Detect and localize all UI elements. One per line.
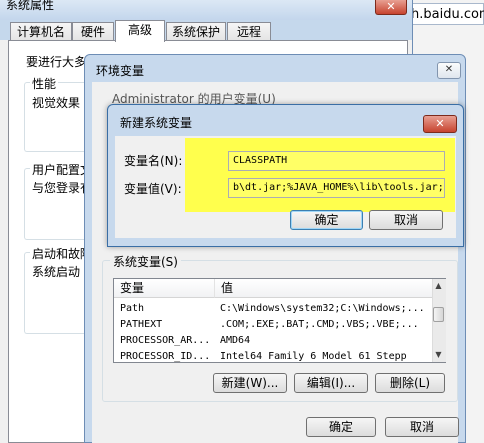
scroll-up-arrow-icon[interactable]: ▲ — [432, 279, 445, 293]
table-row-value[interactable]: Intel64 Family 6 Model 61 Stepp — [220, 349, 432, 362]
yellow-highlight — [185, 138, 455, 212]
environment-variables-close-icon[interactable]: ✕ — [437, 62, 461, 79]
advanced-intro-text: 要进行大多 — [26, 55, 87, 69]
browser-address-bar[interactable]: h.baidu.com/ — [408, 3, 484, 25]
variable-name-label: 变量名(N): — [124, 154, 183, 168]
system-variables-label: 系统变量(S) — [110, 253, 181, 270]
variable-value-input[interactable]: b\dt.jar;%JAVA_HOME%\lib\tools.jar; — [228, 178, 445, 198]
user-profiles-text: 与您登录有 — [32, 181, 93, 195]
system-properties-close-icon[interactable]: ✕ — [375, 0, 407, 15]
new-system-variable-close-icon[interactable]: ✕ — [423, 115, 457, 133]
table-row-variable[interactable]: Path — [120, 301, 212, 316]
table-row-variable[interactable]: PROCESSOR_ID... — [120, 349, 212, 362]
env-cancel-button[interactable]: 取消 — [385, 417, 459, 437]
table-row-variable[interactable]: PROCESSOR_AR... — [120, 333, 212, 348]
column-header-value[interactable]: 值 — [215, 279, 445, 298]
scrollbar-thumb[interactable] — [433, 307, 444, 322]
table-row-value[interactable]: AMD64 — [220, 333, 432, 348]
edit-variable-button[interactable]: 编辑(I)... — [294, 373, 368, 393]
variable-value-label: 变量值(V): — [124, 182, 182, 196]
performance-heading: 性能 — [30, 75, 59, 92]
delete-variable-button[interactable]: 删除(L) — [375, 373, 445, 393]
performance-text: 视觉效果 — [32, 96, 81, 110]
variable-name-input[interactable]: CLASSPATH — [228, 151, 445, 171]
column-header-variable[interactable]: 变量 — [114, 279, 215, 298]
tab-system-protection[interactable]: 系统保护 — [166, 22, 226, 41]
table-row-value[interactable]: C:\Windows\system32;C:\Windows;... — [220, 301, 432, 316]
system-properties-title: 系统属性 — [6, 0, 55, 12]
scroll-down-arrow-icon[interactable]: ▼ — [432, 348, 445, 362]
new-var-ok-button[interactable]: 确定 — [290, 210, 363, 230]
table-row-value[interactable]: .COM;.EXE;.BAT;.CMD;.VBS;.VBE;... — [220, 317, 432, 332]
env-ok-button[interactable]: 确定 — [306, 417, 376, 437]
system-variables-table[interactable]: 变量 值 Path C:\Windows\system32;C:\Windows… — [113, 278, 446, 363]
tab-remote[interactable]: 远程 — [227, 22, 271, 41]
system-properties-titlebar — [0, 0, 412, 20]
environment-variables-title: 环境变量 — [96, 64, 145, 78]
new-system-variable-title: 新建系统变量 — [120, 116, 193, 130]
startup-recovery-text: 系统启动 — [32, 265, 81, 279]
tab-hardware[interactable]: 硬件 — [72, 22, 114, 41]
new-var-cancel-button[interactable]: 取消 — [369, 210, 443, 230]
new-variable-button[interactable]: 新建(W)... — [213, 373, 287, 393]
tab-advanced[interactable]: 高级 — [115, 20, 165, 42]
table-row-variable[interactable]: PATHEXT — [120, 317, 212, 332]
tab-computer-name[interactable]: 计算机名 — [10, 22, 72, 41]
